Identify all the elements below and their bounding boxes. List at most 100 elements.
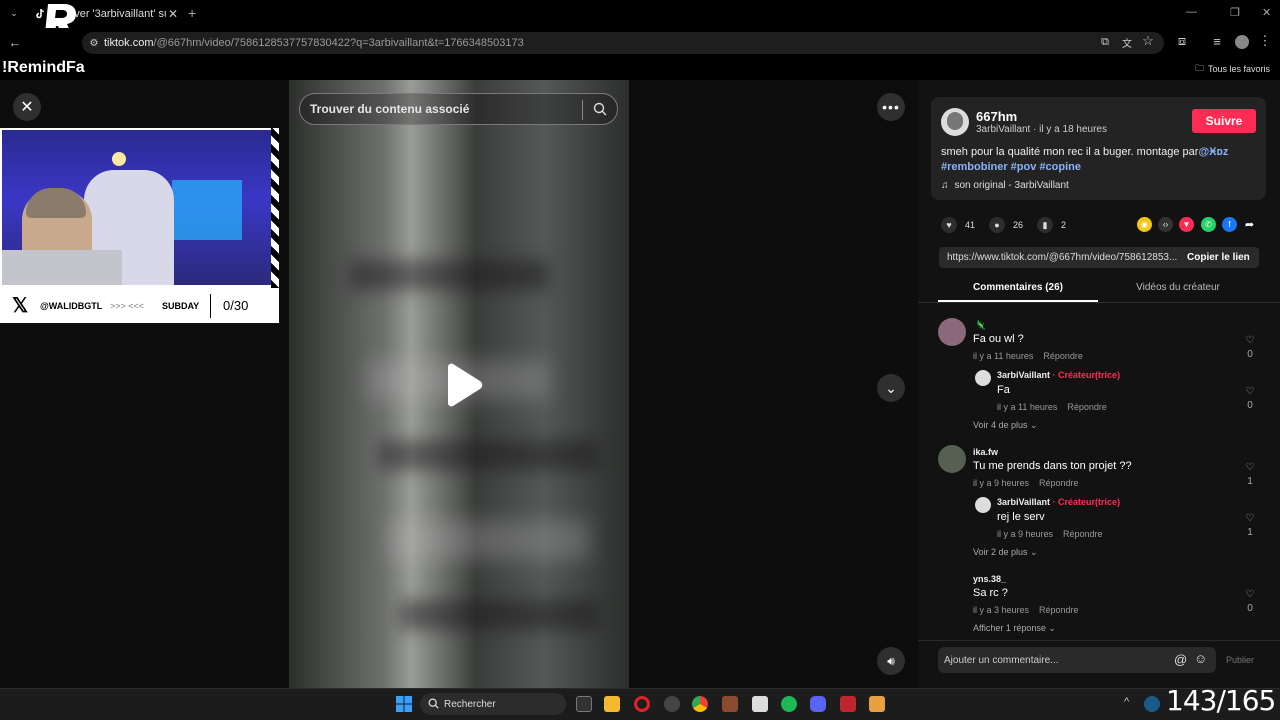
show-replies[interactable]: Afficher 1 réponse ⌄ [973,623,1056,634]
save-button[interactable]: ▮ 2 [1037,217,1066,233]
more-icon: ••• [882,99,900,115]
share-coin-icon[interactable]: ◉ [1137,217,1152,232]
bookmark-star-icon[interactable]: ☆ [1141,33,1155,48]
comment-like-button[interactable]: ♡ 0 [1243,588,1257,616]
tab-creator-videos[interactable]: Vidéos du créateur [1098,282,1258,293]
app-icon[interactable] [722,696,738,712]
maximize-icon[interactable]: ❐ [1230,6,1240,19]
commenter-name[interactable]: 🦎 [975,320,986,331]
like-button[interactable]: ♥ 41 [941,217,975,233]
more-options-button[interactable]: ••• [877,93,905,121]
commenter-avatar[interactable] [938,318,966,346]
author-avatar[interactable] [941,108,969,136]
comment-time: il y a 9 heures [973,478,1030,488]
opera-icon[interactable] [634,696,650,712]
reply-avatar[interactable] [975,370,991,386]
media-controls-icon[interactable]: ≡ [1210,34,1224,49]
comment-input[interactable]: Ajouter un commentaire... @ ☺ [938,647,1216,673]
all-bookmarks[interactable]: 🗀 Tous les favoris [1195,61,1270,77]
app-icon[interactable] [664,696,680,712]
follow-button[interactable]: Suivre [1192,109,1256,133]
heart-outline-icon: ♡ [1245,335,1255,346]
comment-like-button[interactable]: ♡ 1 [1243,461,1257,489]
view-more-replies[interactable]: Voir 2 de plus ⌄ [973,547,1038,558]
comment-text: Sa rc ? [973,587,1008,599]
url-bar[interactable]: ⚙ tiktok.com/@667hm/video/75861285377578… [82,32,1164,54]
view-more-replies[interactable]: Voir 4 de plus ⌄ [973,420,1038,431]
reply-button[interactable]: Répondre [1043,351,1083,361]
commenter-name[interactable]: ika.fw [973,447,998,457]
reply-author[interactable]: 3arbiVaillant · Créateur(trice) [997,370,1120,380]
menu-icon[interactable]: ⋮ [1258,33,1272,48]
steam-icon[interactable] [1144,696,1160,712]
tab-search-icon[interactable]: ⌄ [8,7,20,19]
reply-button[interactable]: Répondre [1039,478,1079,488]
overlay-bar: 𝕏 @WALIDBGTL >>> <<< SUBDAY 0/30 [0,288,279,323]
publish-button[interactable]: Publier [1226,655,1254,665]
commenter-name[interactable]: yns.38_ [973,574,1006,584]
app-icon[interactable] [840,696,856,712]
reply-button[interactable]: Répondre [1063,529,1103,539]
task-view-icon[interactable] [576,696,592,712]
back-icon[interactable]: ← [8,35,22,50]
reply-like-button[interactable]: ♡ 1 [1243,512,1257,540]
commenter-avatar[interactable] [938,445,966,473]
window-close-icon[interactable]: ✕ [1262,6,1271,19]
app-icon[interactable] [752,696,768,712]
description-text: smeh pour la qualité mon rec il a buger.… [941,146,1199,158]
embed-icon[interactable]: ‹› [1158,217,1173,232]
reply-time: il y a 11 heures [997,402,1058,412]
heart-outline-icon: ♡ [1245,462,1255,473]
search-divider [582,100,583,120]
description-mention[interactable]: @Ӿᴅᴢ [1198,146,1228,158]
reply-author[interactable]: 3arbiVaillant · Créateur(trice) [997,497,1120,507]
comment-button[interactable]: ● 26 [989,217,1023,233]
minimize-icon[interactable]: — [1186,6,1197,18]
taskbar-search[interactable]: Rechercher [420,693,566,715]
comment-time: il y a 3 heures [973,605,1030,615]
whatsapp-icon[interactable]: ✆ [1201,217,1216,232]
reply-like-button[interactable]: ♡ 0 [1243,385,1257,413]
search-icon[interactable] [593,102,607,116]
site-info-icon[interactable]: ⚙ [88,37,100,49]
new-tab-icon[interactable]: + [188,5,196,21]
reply-avatar[interactable] [975,497,991,513]
related-search-input[interactable]: Trouver du contenu associé [299,93,618,125]
bookmark-remindfa[interactable]: !RemindFa [2,59,85,77]
comment-meta: il y a 9 heures Répondre [973,478,1089,488]
profile-avatar[interactable] [1235,35,1249,49]
volume-button[interactable]: 🔊︎ [877,647,905,675]
description-hashtags[interactable]: #rembobiner #pov #copine [941,161,1081,173]
next-video-button[interactable]: ⌄ [877,374,905,402]
mention-icon[interactable]: @ [1174,652,1187,667]
cast-icon[interactable]: ⧉ [1098,35,1112,49]
author-username[interactable]: 667hm [976,109,1017,124]
comment-like-button[interactable]: ♡ 0 [1243,334,1257,362]
send-icon[interactable]: ▼ [1179,217,1194,232]
reply-button[interactable]: Répondre [1039,605,1079,615]
close-video-button[interactable]: ✕ [13,93,41,121]
emoji-icon[interactable]: ☺ [1194,651,1207,666]
commenter-avatar[interactable] [938,572,966,600]
app-icon[interactable] [869,696,885,712]
translate-icon[interactable]: 文 [1120,35,1134,50]
play-icon[interactable] [440,362,484,408]
overlay-handle: @WALIDBGTL [40,300,103,311]
tab-comments[interactable]: Commentaires (26) [938,282,1098,293]
related-search-placeholder: Trouver du contenu associé [310,102,470,116]
share-arrow-icon[interactable]: ➦ [1242,217,1257,232]
tab-close-icon[interactable]: ✕ [166,7,180,21]
reply-button[interactable]: Répondre [1067,402,1107,412]
spotify-icon[interactable] [781,696,797,712]
file-explorer-icon[interactable] [604,696,620,712]
tray-chevron-icon[interactable]: ^ [1124,696,1129,708]
music-link[interactable]: ♫ son original - 3arbiVaillant [941,180,1069,191]
windows-start-icon[interactable] [396,696,412,712]
discord-icon[interactable] [810,696,826,712]
chrome-icon[interactable] [692,696,708,712]
copy-link-button[interactable]: Copier le lien [1187,252,1250,263]
extensions-icon[interactable]: ⧈ [1175,33,1189,48]
overlay-count: 0/30 [223,298,249,313]
facebook-icon[interactable]: f [1222,217,1237,232]
copy-link-box: https://www.tiktok.com/@667hm/video/7586… [939,247,1259,268]
